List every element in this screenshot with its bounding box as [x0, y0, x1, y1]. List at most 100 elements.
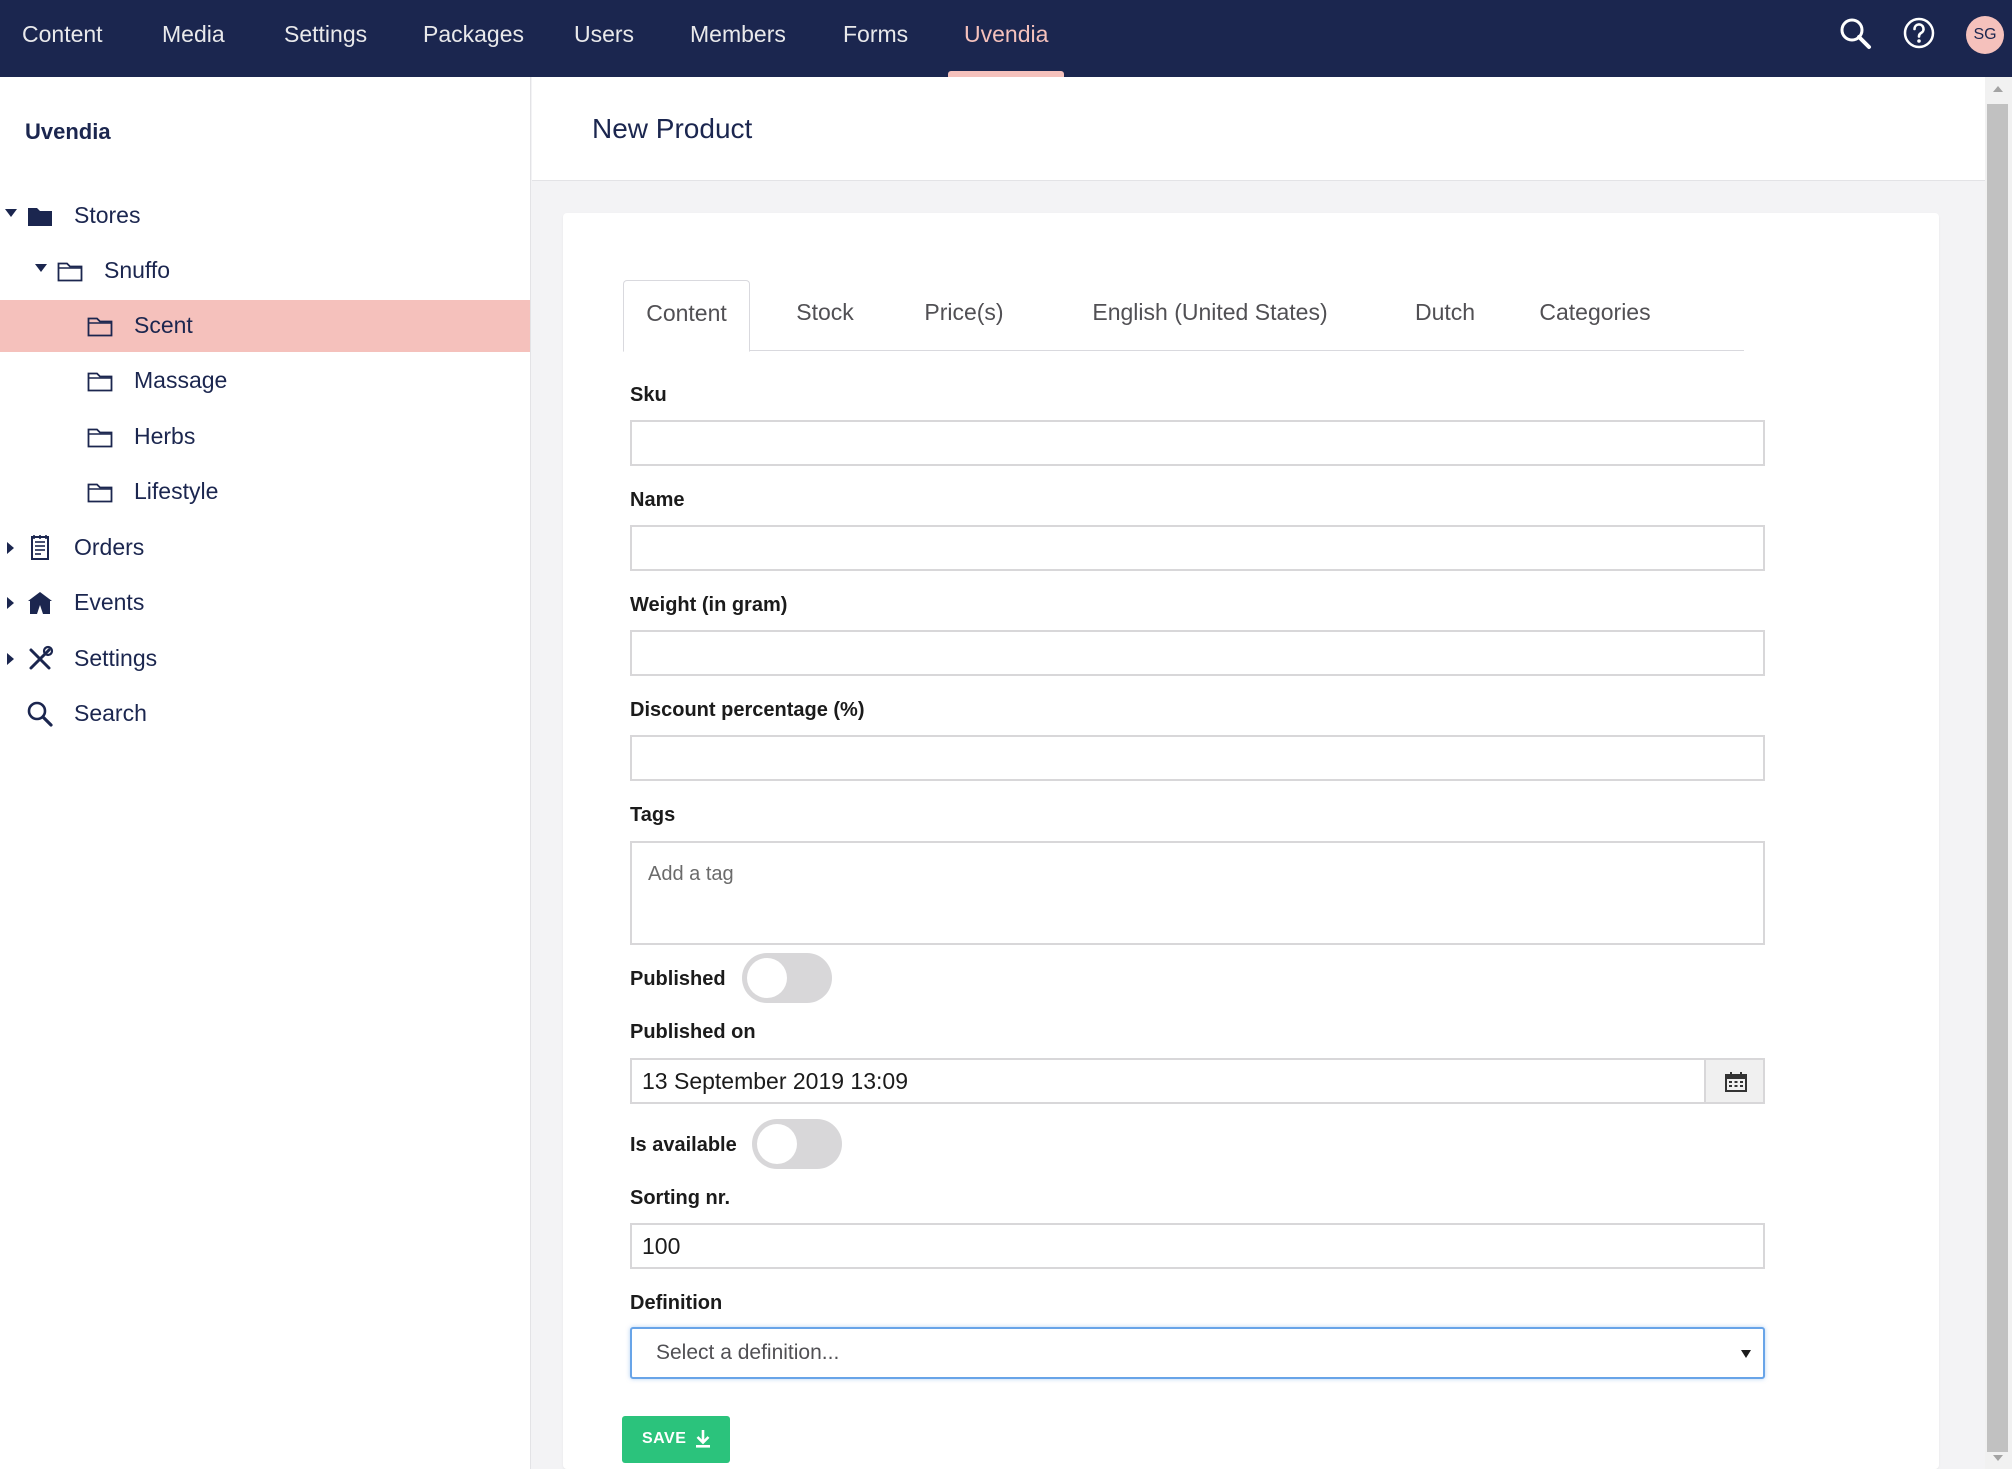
save-button[interactable]: SAVE	[622, 1416, 730, 1463]
name-label: Name	[630, 489, 685, 511]
tab-prices[interactable]: Price(s)	[906, 280, 1022, 351]
caret-right-icon[interactable]	[7, 597, 14, 609]
nav-label: Settings	[284, 21, 368, 47]
caret-down-icon[interactable]	[5, 209, 17, 217]
page-title: New Product	[592, 113, 753, 144]
tree-item-massage[interactable]: Massage	[0, 355, 530, 407]
tab-categories[interactable]: Categories	[1525, 280, 1665, 351]
sidebar-title: Uvendia	[25, 119, 111, 144]
nav-item-uvendia[interactable]: Uvendia	[948, 0, 1065, 77]
tab-label: Categories	[1539, 299, 1651, 325]
nav-item-members[interactable]: Members	[690, 0, 786, 77]
definition-label: Definition	[630, 1292, 723, 1314]
caret-right-icon[interactable]	[7, 653, 14, 665]
nav-label: Users	[574, 21, 635, 47]
tab-dutch[interactable]: Dutch	[1400, 280, 1490, 351]
tree-item-events[interactable]: Events	[0, 577, 530, 629]
published-toggle[interactable]	[742, 953, 832, 1003]
help-icon[interactable]	[1902, 16, 1936, 50]
scrollbar[interactable]	[1985, 77, 2012, 1469]
weight-label: Weight (in gram)	[630, 594, 788, 616]
tree-item-snuffo[interactable]: Snuffo	[0, 245, 530, 297]
save-label: SAVE	[642, 1430, 687, 1447]
scroll-down-icon[interactable]	[1993, 1455, 2003, 1461]
sorting-label: Sorting nr.	[630, 1187, 730, 1209]
caret-right-icon[interactable]	[7, 542, 14, 554]
tab-stock[interactable]: Stock	[781, 280, 869, 351]
search-icon[interactable]	[1838, 16, 1872, 50]
tree-item-stores[interactable]: Stores	[0, 190, 530, 242]
tags-label: Tags	[630, 804, 676, 826]
nav-item-users[interactable]: Users	[574, 0, 634, 77]
definition-select[interactable]: Select a definition...	[630, 1327, 1765, 1379]
sidebar: Uvendia Stores Snuffo Scent Massage Herb…	[0, 77, 531, 1469]
receipt-icon	[31, 535, 49, 560]
chevron-down-icon	[1741, 1350, 1751, 1358]
calendar-icon	[1725, 1072, 1747, 1092]
tab-label: Stock	[796, 299, 854, 325]
tree-label: Search	[74, 700, 147, 726]
nav-item-forms[interactable]: Forms	[843, 0, 908, 77]
caret-down-icon[interactable]	[35, 264, 47, 272]
toggle-knob	[757, 1124, 797, 1164]
sorting-input[interactable]: 100	[630, 1223, 1765, 1269]
tab-content[interactable]: Content	[623, 280, 750, 352]
tree-item-lifestyle[interactable]: Lifestyle	[0, 466, 530, 518]
tree-item-orders[interactable]: Orders	[0, 522, 530, 574]
tree-label: Herbs	[134, 423, 196, 449]
folder-icon	[87, 428, 113, 448]
nav-item-media[interactable]: Media	[162, 0, 225, 77]
nav-item-settings[interactable]: Settings	[284, 0, 367, 77]
discount-input[interactable]	[630, 735, 1765, 781]
tree-item-scent[interactable]: Scent	[0, 300, 530, 352]
folder-icon	[87, 483, 113, 503]
tree-label: Snuffo	[104, 257, 171, 283]
is-available-toggle[interactable]	[752, 1119, 842, 1169]
tab-bar: Content Stock Price(s) English (United S…	[623, 280, 1744, 352]
nav-label: Media	[162, 21, 225, 47]
sku-input[interactable]	[630, 420, 1765, 466]
date-picker-button[interactable]	[1704, 1058, 1765, 1104]
tree-label: Orders	[74, 534, 145, 560]
nav-label: Members	[690, 21, 786, 47]
nav-label: Forms	[843, 21, 909, 47]
nav-item-packages[interactable]: Packages	[423, 0, 524, 77]
tree-item-herbs[interactable]: Herbs	[0, 411, 530, 463]
tags-input[interactable]: Add a tag	[630, 841, 1765, 945]
search-icon	[27, 701, 53, 727]
folder-icon	[57, 262, 83, 282]
nav-label: Uvendia	[964, 21, 1049, 47]
tab-label: Price(s)	[924, 299, 1004, 325]
download-icon	[696, 1430, 710, 1448]
avatar[interactable]: SG	[1966, 16, 2004, 54]
tree-item-search[interactable]: Search	[0, 688, 530, 740]
name-input[interactable]	[630, 525, 1765, 571]
tree-item-settings[interactable]: Settings	[0, 633, 530, 685]
weight-input[interactable]	[630, 630, 1765, 676]
avatar-initials: SG	[1973, 26, 1997, 43]
folder-icon	[87, 372, 113, 392]
tags-placeholder: Add a tag	[648, 863, 734, 885]
discount-label: Discount percentage (%)	[630, 699, 865, 721]
nav-label: Content	[22, 21, 103, 47]
tree-label: Events	[74, 589, 145, 615]
toggle-knob	[747, 958, 787, 998]
published-label: Published	[630, 968, 726, 990]
tools-icon	[29, 645, 54, 670]
tree-label: Settings	[74, 645, 158, 671]
sku-label: Sku	[630, 384, 667, 406]
tent-icon	[28, 592, 52, 614]
scroll-up-icon[interactable]	[1993, 86, 2003, 92]
published-on-label: Published on	[630, 1021, 756, 1043]
tree-label: Lifestyle	[134, 478, 219, 504]
tree-label: Scent	[134, 312, 193, 338]
scroll-thumb[interactable]	[1987, 104, 2008, 1452]
tab-english[interactable]: English (United States)	[1060, 280, 1360, 351]
folder-icon	[87, 317, 113, 337]
main-header: New Product	[532, 77, 1985, 181]
nav-item-content[interactable]: Content	[22, 0, 103, 77]
tab-label: English (United States)	[1092, 299, 1328, 325]
tab-label: Content	[646, 300, 727, 326]
published-on-input[interactable]: 13 September 2019 13:09	[630, 1058, 1706, 1104]
is-available-label: Is available	[630, 1134, 737, 1156]
